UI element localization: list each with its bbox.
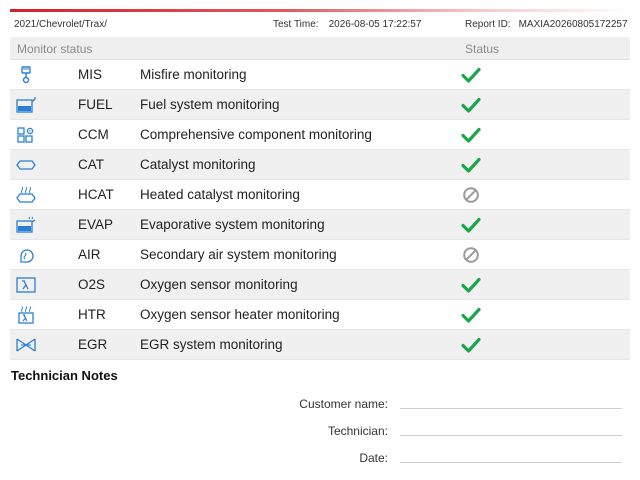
technician-label: Technician: (327, 424, 388, 438)
test-time-label: Test Time: (273, 19, 319, 30)
not-supported-icon (461, 186, 481, 204)
monitor-abbreviation: MIS (78, 67, 103, 82)
components-icon (16, 126, 36, 144)
table-row: EVAP Evaporative system monitoring (10, 210, 630, 240)
table-header: Monitor status Status (10, 37, 630, 60)
monitor-abbreviation: HCAT (78, 187, 114, 202)
monitor-name: Misfire monitoring (140, 67, 247, 82)
monitor-name: Oxygen sensor monitoring (140, 277, 298, 292)
heated-catalyst-icon (16, 186, 36, 204)
monitor-name: Comprehensive component monitoring (140, 127, 372, 142)
monitor-abbreviation: HTR (78, 307, 106, 322)
technician-notes-title: Technician Notes (11, 368, 118, 383)
table-row: HCAT Heated catalyst monitoring (10, 180, 630, 210)
table-row: MIS Misfire monitoring (10, 60, 630, 90)
check-icon (461, 156, 481, 174)
sensor-heater-icon (16, 306, 36, 324)
table-row: EGR EGR system monitoring (10, 330, 630, 360)
check-icon (461, 216, 481, 234)
header-accent-bar (10, 9, 630, 12)
table-row: CAT Catalyst monitoring (10, 150, 630, 180)
monitor-name: Oxygen sensor heater monitoring (140, 307, 340, 322)
fuel-system-icon (16, 96, 36, 114)
report-header: 2021/Chevrolet/Trax/ Test Time: 2026-08-0… (10, 15, 630, 35)
table-row: O2S Oxygen sensor monitoring (10, 270, 630, 300)
check-icon (461, 126, 481, 144)
check-icon (461, 306, 481, 324)
monitor-status-table: Monitor status Status MIS Misfire monitor… (10, 37, 630, 360)
oxygen-sensor-icon (16, 276, 36, 294)
vehicle-path: 2021/Chevrolet/Trax/ (14, 19, 108, 30)
table-row: AIR Secondary air system monitoring (10, 240, 630, 270)
monitor-abbreviation: FUEL (78, 97, 113, 112)
not-supported-icon (461, 246, 481, 264)
check-icon (461, 276, 481, 294)
monitor-name: EGR system monitoring (140, 337, 283, 352)
monitor-abbreviation: AIR (78, 247, 101, 262)
report-id-value: MAXIA20260805172257 (518, 19, 628, 30)
monitor-abbreviation: EVAP (78, 217, 114, 232)
monitor-abbreviation: EGR (78, 337, 108, 352)
monitor-abbreviation: CCM (78, 127, 109, 142)
monitor-name: Secondary air system monitoring (140, 247, 337, 262)
test-time: Test Time: 2026-08-05 17:22:57 (273, 19, 421, 30)
column-header-monitor: Monitor status (17, 42, 93, 56)
test-time-value: 2026-08-05 17:22:57 (328, 19, 422, 30)
technician-line (400, 435, 622, 436)
monitor-abbreviation: CAT (78, 157, 104, 172)
egr-icon (16, 336, 36, 354)
monitor-name: Catalyst monitoring (140, 157, 256, 172)
secondary-air-icon (16, 246, 36, 264)
piston-icon (16, 66, 36, 84)
date-field: Date: (0, 451, 622, 467)
check-icon (461, 96, 481, 114)
catalyst-icon (16, 156, 36, 174)
monitor-name: Evaporative system monitoring (140, 217, 325, 232)
customer-name-line (400, 408, 622, 409)
report-id-label: Report ID: (465, 19, 511, 30)
technician-field: Technician: (0, 424, 622, 440)
table-row: HTR Oxygen sensor heater monitoring (10, 300, 630, 330)
monitor-name: Heated catalyst monitoring (140, 187, 300, 202)
column-header-status: Status (465, 42, 500, 56)
check-icon (461, 336, 481, 354)
monitor-abbreviation: O2S (78, 277, 106, 292)
check-icon (461, 66, 481, 84)
monitor-name: Fuel system monitoring (140, 97, 280, 112)
date-line (400, 462, 622, 463)
table-row: FUEL Fuel system monitoring (10, 90, 630, 120)
customer-name-field: Customer name: (0, 397, 622, 413)
date-label: Date: (359, 451, 388, 465)
evap-icon (16, 216, 36, 234)
table-row: CCM Comprehensive component monitoring (10, 120, 630, 150)
customer-name-label: Customer name: (299, 397, 388, 411)
report-id: Report ID: MAXIA20260805172257 (465, 19, 628, 30)
